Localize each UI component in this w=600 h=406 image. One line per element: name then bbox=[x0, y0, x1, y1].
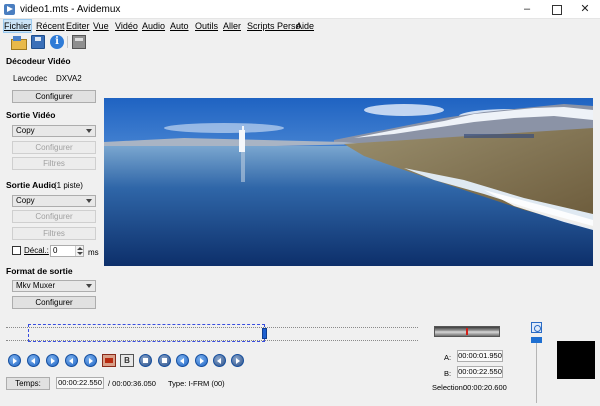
total-time: / 00:00:36.050 bbox=[108, 379, 156, 388]
timeline-cursor[interactable] bbox=[262, 328, 267, 339]
video-frame-image bbox=[104, 98, 593, 266]
toolbar: i bbox=[0, 33, 600, 51]
prev-intra-button[interactable] bbox=[139, 354, 152, 367]
output-configure-button[interactable]: Configurer bbox=[12, 296, 96, 309]
audio-codec-select[interactable]: Copy bbox=[12, 195, 96, 207]
menu-editer[interactable]: Editer bbox=[66, 20, 90, 32]
marker-a-label: A: bbox=[444, 353, 452, 362]
window-title: video1.mts - Avidemux bbox=[20, 4, 121, 15]
time-button[interactable]: Temps: bbox=[6, 377, 50, 390]
chevron-down-icon bbox=[86, 284, 92, 288]
volume-meter bbox=[434, 326, 500, 337]
menu-vue[interactable]: Vue bbox=[93, 20, 109, 32]
current-time-field[interactable]: 00:00:22.550 bbox=[56, 377, 104, 389]
audio-track-count: (1 piste) bbox=[54, 181, 83, 190]
next-intra-button[interactable] bbox=[158, 354, 171, 367]
selection-duration: 00:00:20.600 bbox=[463, 383, 507, 392]
menu-scripts-perso[interactable]: Scripts Perso bbox=[247, 20, 301, 32]
output-muxer-value: Mkv Muxer bbox=[16, 281, 56, 290]
avidemux-app-icon bbox=[4, 4, 15, 15]
prev-cut-button[interactable] bbox=[176, 354, 189, 367]
menu-fichier[interactable]: Fichier bbox=[2, 19, 33, 33]
audio-filters-button[interactable]: Filtres bbox=[12, 227, 96, 240]
marker-b-label: B: bbox=[444, 369, 452, 378]
audio-shift-checkbox[interactable] bbox=[12, 246, 21, 255]
video-codec-select[interactable]: Copy bbox=[12, 125, 96, 137]
close-button[interactable]: ✕ bbox=[570, 0, 600, 19]
menu-audio[interactable]: Audio bbox=[142, 20, 165, 32]
audio-shift-value: 0 bbox=[53, 246, 58, 255]
menu-outils[interactable]: Outils bbox=[195, 20, 218, 32]
decoder-codec-label: Lavcodec bbox=[13, 74, 48, 83]
audio-output-heading: Sortie Audio bbox=[6, 180, 57, 190]
video-output-heading: Sortie Vidéo bbox=[6, 110, 56, 120]
video-filters-button[interactable]: Filtres bbox=[12, 157, 96, 170]
info-icon[interactable]: i bbox=[50, 35, 64, 49]
toolbar-separator bbox=[67, 36, 68, 48]
marker-a-field[interactable]: 00:00:01.950 bbox=[457, 350, 503, 362]
forward-button[interactable] bbox=[46, 354, 59, 367]
open-folder-icon[interactable] bbox=[11, 35, 27, 50]
decoder-configure-button[interactable]: Configurer bbox=[12, 90, 96, 103]
chevron-down-icon bbox=[86, 199, 92, 203]
audio-configure-button[interactable]: Configurer bbox=[12, 210, 96, 223]
video-configure-button[interactable]: Configurer bbox=[12, 141, 96, 154]
volume-slider-knob[interactable] bbox=[531, 337, 542, 343]
frame-type: Type: I-FRM (00) bbox=[168, 379, 225, 388]
chevron-down-icon bbox=[86, 129, 92, 133]
decoder-codec-value: DXVA2 bbox=[56, 74, 82, 83]
meter-needle bbox=[466, 328, 468, 335]
video-preview bbox=[104, 98, 593, 266]
selection-label: Selection: bbox=[432, 383, 465, 392]
volume-icon[interactable] bbox=[531, 322, 542, 333]
marker-b-field[interactable]: 00:00:22.550 bbox=[457, 366, 503, 378]
goto-a-button[interactable] bbox=[213, 354, 226, 367]
menu-video[interactable]: Vidéo bbox=[115, 20, 138, 32]
menu-aller[interactable]: Aller bbox=[223, 20, 241, 32]
audio-codec-value: Copy bbox=[16, 196, 35, 205]
timeline-selection[interactable] bbox=[28, 324, 265, 342]
audio-shift-label: Décal.: bbox=[24, 246, 49, 255]
title-bar: video1.mts - Avidemux – ✕ bbox=[0, 0, 600, 19]
menu-auto[interactable]: Auto bbox=[170, 20, 189, 32]
rewind-button[interactable] bbox=[27, 354, 40, 367]
set-marker-a-button[interactable] bbox=[102, 354, 116, 367]
menu-bar: Fichier Récent Editer Vue Vidéo Audio Au… bbox=[0, 19, 600, 33]
menu-recent[interactable]: Récent bbox=[36, 20, 65, 32]
maximize-button[interactable] bbox=[541, 0, 571, 19]
save-disk-icon[interactable] bbox=[31, 35, 45, 49]
audio-shift-spinbox[interactable]: 0 bbox=[50, 245, 84, 257]
play-button[interactable] bbox=[8, 354, 21, 367]
volume-slider-track[interactable] bbox=[536, 339, 537, 403]
output-muxer-select[interactable]: Mkv Muxer bbox=[12, 280, 96, 292]
calculator-icon[interactable] bbox=[72, 35, 86, 49]
next-black-frame-button[interactable] bbox=[84, 354, 97, 367]
spin-arrows-icon[interactable] bbox=[75, 246, 83, 256]
audio-shift-unit: ms bbox=[88, 248, 99, 257]
next-cut-button[interactable] bbox=[195, 354, 208, 367]
minimize-button[interactable]: – bbox=[512, 0, 542, 19]
goto-b-button[interactable] bbox=[231, 354, 244, 367]
video-codec-value: Copy bbox=[16, 126, 35, 135]
audio-preview-box bbox=[557, 341, 595, 379]
set-marker-b-button[interactable]: B bbox=[120, 354, 134, 367]
video-decoder-heading: Décodeur Vidéo bbox=[6, 56, 71, 66]
menu-aide[interactable]: Aide bbox=[296, 20, 314, 32]
prev-black-frame-button[interactable] bbox=[65, 354, 78, 367]
output-format-heading: Format de sortie bbox=[6, 266, 73, 276]
